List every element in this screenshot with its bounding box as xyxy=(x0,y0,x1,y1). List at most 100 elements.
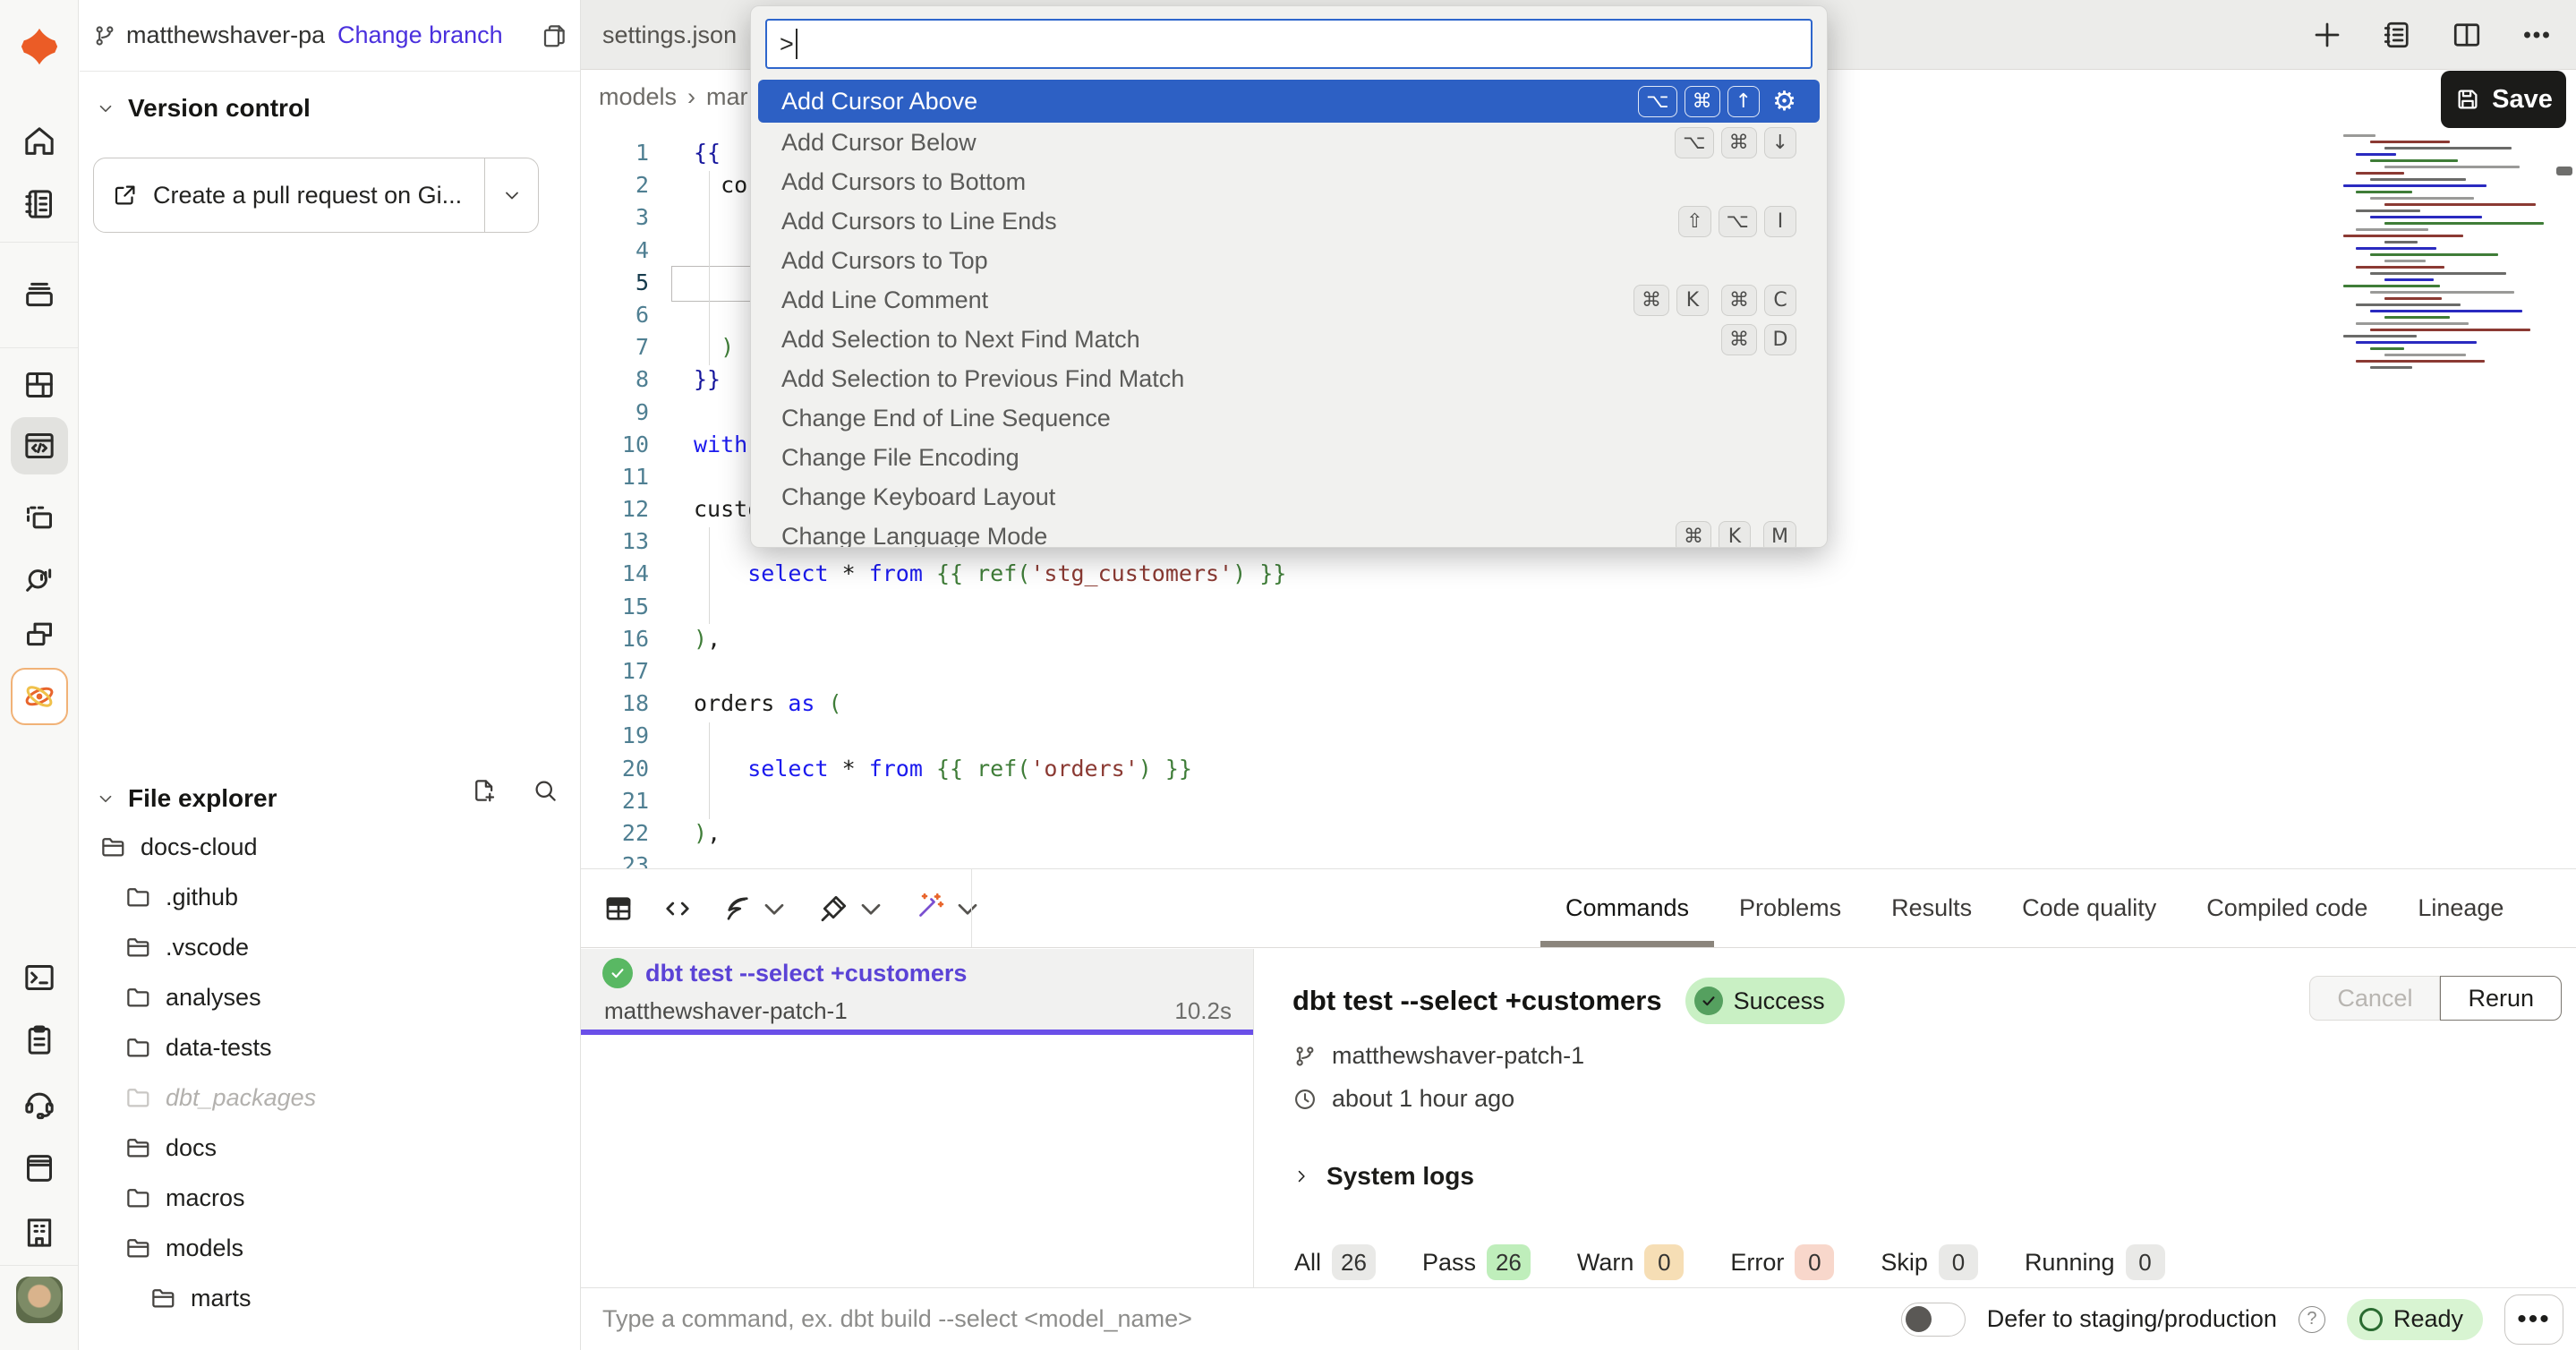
code-editor-icon[interactable] xyxy=(11,417,68,474)
cancel-button[interactable]: Cancel xyxy=(2309,976,2440,1021)
command-palette-item[interactable]: Add Cursors to Line Ends ⇧⌥I xyxy=(758,201,1820,241)
chevron-down-icon[interactable] xyxy=(855,893,887,925)
command-palette-item[interactable]: Change Language Mode ⌘K M xyxy=(758,517,1820,548)
command-palette-item[interactable]: Change File Encoding xyxy=(758,438,1820,477)
run-title: dbt test --select +customers xyxy=(1292,985,1662,1017)
panel-tab[interactable]: Commands xyxy=(1565,869,1689,947)
chevron-down-icon[interactable] xyxy=(758,893,790,925)
organization-icon[interactable] xyxy=(11,1204,68,1261)
notebook-icon[interactable] xyxy=(11,175,68,233)
home-icon[interactable] xyxy=(11,113,68,170)
count-item[interactable]: Skip 0 xyxy=(1881,1244,1978,1280)
run-branch-row: matthewshaver-patch-1 xyxy=(1292,1042,1584,1070)
command-palette-input[interactable]: > xyxy=(765,19,1813,69)
file-tree-item[interactable]: data-tests xyxy=(80,1022,580,1072)
compile-code-icon[interactable] xyxy=(661,893,694,925)
code-line[interactable]: 14 select * from {{ ref('stg_customers')… xyxy=(581,558,2576,590)
code-line[interactable]: 18 orders as ( xyxy=(581,688,2576,720)
scrollbar-thumb[interactable] xyxy=(2556,167,2572,175)
code-line[interactable]: 16 ), xyxy=(581,623,2576,655)
file-explorer-header[interactable]: File explorer xyxy=(96,784,277,813)
panel-tab[interactable]: Code quality xyxy=(2022,869,2156,947)
count-item[interactable]: Error 0 xyxy=(1730,1244,1834,1280)
file-tree-item[interactable]: dbt_packages xyxy=(80,1072,580,1123)
version-control-header[interactable]: Version control xyxy=(96,94,311,123)
code-line[interactable]: 19 xyxy=(581,720,2576,752)
file-tree-item[interactable]: macros xyxy=(80,1173,580,1223)
docs-book-icon[interactable] xyxy=(11,1140,68,1197)
code-line[interactable]: 22 ), xyxy=(581,817,2576,850)
defer-toggle[interactable] xyxy=(1901,1303,1966,1337)
count-item[interactable]: Warn 0 xyxy=(1577,1244,1685,1280)
help-icon[interactable]: ? xyxy=(2299,1306,2325,1333)
create-pr-button[interactable]: Create a pull request on Gi... xyxy=(94,158,484,232)
count-item[interactable]: Pass 26 xyxy=(1422,1244,1531,1280)
search-icon[interactable] xyxy=(532,777,559,804)
panel-tab[interactable]: Problems xyxy=(1739,869,1841,947)
history-branch: matthewshaver-patch-1 xyxy=(604,997,848,1025)
panel-tab[interactable]: Lineage xyxy=(2418,869,2503,947)
file-tree-item[interactable]: docs-cloud xyxy=(80,822,580,872)
code-line[interactable]: 23 xyxy=(581,850,2576,868)
count-item[interactable]: All 26 xyxy=(1294,1244,1376,1280)
stack-icon[interactable] xyxy=(11,266,68,323)
dbt-logo-icon[interactable] xyxy=(11,18,68,75)
command-palette-item[interactable]: Add Cursor Above ⌥⌘↑ ⚙ xyxy=(758,80,1820,123)
windows-icon[interactable] xyxy=(11,605,68,662)
more-options-button[interactable]: ••• xyxy=(2504,1294,2563,1345)
command-palette-item[interactable]: Add Cursors to Bottom xyxy=(758,162,1820,201)
file-tree-item[interactable]: analyses xyxy=(80,972,580,1022)
file-tree-item[interactable]: .github xyxy=(80,872,580,922)
build-docs-icon[interactable] xyxy=(721,893,753,925)
user-avatar[interactable] xyxy=(11,1271,68,1329)
panel-tab[interactable]: Results xyxy=(1891,869,1972,947)
code-line[interactable]: 20 select * from {{ ref('orders') }} xyxy=(581,753,2576,785)
minimap[interactable] xyxy=(2343,134,2553,381)
new-tab-icon[interactable] xyxy=(2311,19,2343,51)
split-editor-icon[interactable] xyxy=(2451,19,2483,51)
frame-select-icon[interactable] xyxy=(11,489,68,546)
history-item[interactable]: dbt test --select +customers matthewshav… xyxy=(581,949,1253,1035)
command-palette-item[interactable]: Change End of Line Sequence xyxy=(758,398,1820,438)
code-line[interactable]: 21 xyxy=(581,785,2576,817)
command-palette-item[interactable]: Change Keyboard Layout xyxy=(758,477,1820,517)
chevron-down-icon[interactable] xyxy=(951,893,984,925)
headset-icon[interactable] xyxy=(11,1075,68,1132)
command-palette-item[interactable]: Add Selection to Previous Find Match xyxy=(758,359,1820,398)
gear-icon[interactable]: ⚙ xyxy=(1772,86,1796,117)
rerun-button[interactable]: Rerun xyxy=(2440,976,2562,1021)
system-logs-toggle[interactable]: System logs xyxy=(1292,1162,1474,1191)
line-number: 2 xyxy=(581,169,667,201)
file-tree-item[interactable]: marts xyxy=(80,1273,580,1323)
command-palette-item[interactable]: Add Selection to Next Find Match ⌘D xyxy=(758,320,1820,359)
file-name: .vscode xyxy=(166,934,249,961)
dbt-copilot-atom-icon[interactable] xyxy=(11,668,68,725)
file-tree-item[interactable]: docs xyxy=(80,1123,580,1173)
command-palette-item[interactable]: Add Cursors to Top xyxy=(758,241,1820,280)
command-input[interactable]: Type a command, ex. dbt build --select <… xyxy=(602,1288,1192,1350)
save-button[interactable]: Save xyxy=(2441,71,2566,128)
tab-settings-json[interactable]: settings.json xyxy=(602,0,737,70)
command-palette-item[interactable]: Add Line Comment ⌘K ⌘C xyxy=(758,280,1820,320)
file-name: dbt_packages xyxy=(166,1084,316,1112)
file-tree-item[interactable]: .vscode xyxy=(80,922,580,972)
change-branch-link[interactable]: Change branch xyxy=(337,21,503,49)
search-insights-icon[interactable] xyxy=(11,550,68,607)
terminal-icon[interactable] xyxy=(11,949,68,1006)
clipboard-icon[interactable] xyxy=(11,1012,68,1069)
ai-fix-wand-icon[interactable] xyxy=(914,890,946,927)
more-options-icon[interactable] xyxy=(2521,19,2553,51)
dashboard-grid-icon[interactable] xyxy=(11,356,68,414)
count-item[interactable]: Running 0 xyxy=(2025,1244,2165,1280)
file-tree-item[interactable]: models xyxy=(80,1223,580,1273)
panel-tab[interactable]: Compiled code xyxy=(2206,869,2367,947)
create-pr-dropdown[interactable] xyxy=(484,158,538,232)
file-list-icon[interactable] xyxy=(2381,19,2413,51)
new-file-icon[interactable] xyxy=(471,777,498,804)
copy-icon[interactable] xyxy=(541,22,567,49)
code-line[interactable]: 17 xyxy=(581,655,2576,688)
command-palette-item[interactable]: Add Cursor Below ⌥⌘↓ xyxy=(758,123,1820,162)
results-table-icon[interactable] xyxy=(602,893,635,925)
code-line[interactable]: 15 xyxy=(581,591,2576,623)
format-icon[interactable] xyxy=(817,893,849,925)
